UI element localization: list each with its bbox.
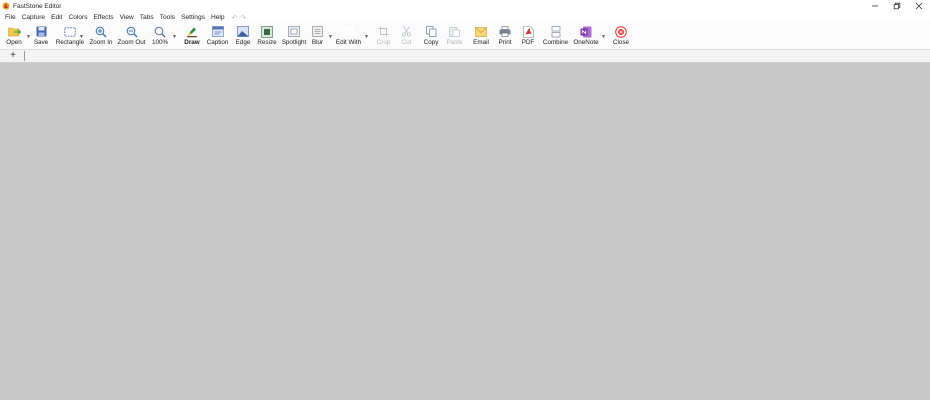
edge-button[interactable]: Edge [233,24,253,48]
copy-label: Copy [423,39,439,46]
rectangle-dropdown-icon[interactable]: ▼ [79,34,84,40]
pdf-label: PDF [521,39,535,46]
toolbar: Open ▼ Save Rectangle ▼ Zoom In Zoom Out… [0,23,930,50]
spotlight-label: Spotlight [281,39,307,46]
paste-button[interactable]: Paste [445,24,464,48]
edge-label: Edge [235,39,251,46]
zoom-in-icon [94,25,108,38]
resize-label: Resize [257,39,277,46]
save-disk-icon [34,25,48,38]
redo-icon[interactable]: ↷ [240,14,246,22]
edit-with-icon [342,25,356,38]
close-window-button[interactable] [908,0,930,12]
close-label: Close [612,39,630,46]
print-button[interactable]: Print [496,24,514,48]
undo-icon[interactable]: ↶ [232,14,238,22]
rectangle-select-icon [63,25,77,38]
copy-button[interactable]: Copy [421,24,441,48]
copy-icon [424,25,438,38]
zoom-dropdown-icon[interactable]: ▼ [172,34,177,40]
draw-label: Draw [184,39,200,46]
menu-effects[interactable]: Effects [91,12,117,23]
rectangle-label: Rectangle [55,39,85,46]
caption-button[interactable]: Caption [205,24,230,48]
close-circle-icon [614,25,628,38]
email-envelope-icon [474,25,488,38]
menu-help[interactable]: Help [208,12,228,23]
printer-icon [498,25,512,38]
tab-divider [24,51,25,61]
menu-view[interactable]: View [117,12,137,23]
zoom-out-label: Zoom Out [117,39,146,46]
resize-button[interactable]: Resize [255,24,279,48]
close-button[interactable]: Close [611,24,631,48]
menu-settings[interactable]: Settings [178,12,208,23]
print-label: Print [498,39,512,46]
blur-label: Blur [311,39,324,46]
edge-icon [236,25,250,38]
menu-edit[interactable]: Edit [48,12,65,23]
zoom-out-button[interactable]: Zoom Out [116,24,147,48]
menu-colors[interactable]: Colors [65,12,90,23]
zoom-out-icon [125,25,139,38]
menu-bar: File Capture Edit Colors Effects View Ta… [0,12,930,23]
draw-pen-icon [185,25,199,38]
add-tab-button[interactable]: + [4,50,22,62]
combine-icon [549,25,563,38]
caption-label: Caption [206,39,229,46]
cut-button[interactable]: Cut [399,24,414,48]
zoom-actual-icon [153,25,167,38]
minimize-button[interactable] [864,0,886,12]
editor-canvas[interactable] [0,63,930,400]
open-folder-icon [7,25,21,38]
zoom-level-button[interactable]: 100% [150,24,170,48]
title-bar: FastStone Editor [0,0,930,12]
caption-icon [211,25,225,38]
menu-file[interactable]: File [0,12,19,23]
zoom-level-label: 100% [151,39,169,46]
save-button[interactable]: Save [31,24,51,48]
save-label: Save [33,39,49,46]
crop-button[interactable]: Crop [375,24,392,48]
edit-with-dropdown-icon[interactable]: ▼ [364,34,369,40]
blur-icon [311,25,325,38]
app-logo-icon [2,2,10,10]
combine-label: Combine [542,39,569,46]
pdf-icon [521,25,535,38]
onenote-button[interactable]: OneNote [572,24,600,48]
restore-button[interactable] [886,0,908,12]
paste-label: Paste [446,39,463,46]
email-button[interactable]: Email [471,24,491,48]
email-label: Email [473,39,489,46]
blur-dropdown-icon[interactable]: ▼ [328,34,333,40]
onenote-label: OneNote [573,39,599,46]
cut-label: Cut [401,39,412,46]
window-title: FastStone Editor [13,2,62,10]
zoom-in-label: Zoom In [89,39,113,46]
edit-with-label: Edit With [335,39,362,46]
menu-tabs[interactable]: Tabs [137,12,157,23]
edit-with-button[interactable]: Edit With [334,24,363,48]
draw-button[interactable]: Draw [182,24,202,48]
spotlight-icon [287,25,301,38]
open-label: Open [6,39,22,46]
paste-icon [448,25,462,38]
open-button[interactable]: Open [3,24,25,48]
crop-icon [377,25,391,38]
menu-tools[interactable]: Tools [157,12,178,23]
scissors-icon [400,25,414,38]
crop-label: Crop [376,39,391,46]
resize-icon [260,25,274,38]
pdf-button[interactable]: PDF [519,24,537,48]
blur-button[interactable]: Blur [309,24,326,48]
combine-button[interactable]: Combine [541,24,570,48]
spotlight-button[interactable]: Spotlight [281,24,307,48]
zoom-in-button[interactable]: Zoom In [88,24,114,48]
menu-capture[interactable]: Capture [19,12,48,23]
tab-strip: + [0,50,930,63]
onenote-icon [579,25,593,38]
onenote-dropdown-icon[interactable]: ▼ [601,34,606,40]
